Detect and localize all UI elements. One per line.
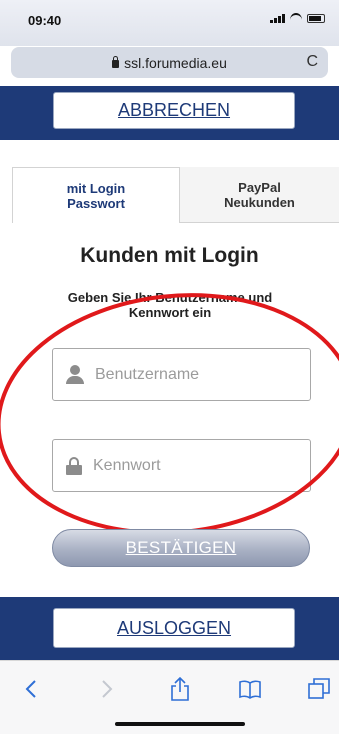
status-indicators	[270, 13, 325, 23]
phone-screen: 09:40 ssl.forumedia.eu C ABBRECHEN mit L…	[0, 0, 339, 734]
tab-paypal-line2: Neukunden	[224, 194, 295, 210]
reload-icon[interactable]: C	[306, 53, 318, 71]
battery-icon	[307, 13, 325, 23]
status-time: 09:40	[28, 13, 62, 28]
signal-icon	[270, 13, 285, 23]
page-title: Kunden mit Login	[80, 244, 259, 267]
tab-login-line1: mit Login	[66, 180, 126, 196]
forward-icon[interactable]	[90, 675, 124, 703]
status-bar: 09:40	[0, 0, 339, 46]
logout-button[interactable]: AUSLOGGEN	[53, 608, 295, 648]
password-input[interactable]	[93, 456, 293, 475]
tab-paypal-line1: PayPal	[238, 179, 281, 195]
lock-icon	[65, 456, 83, 476]
password-field[interactable]	[52, 439, 311, 492]
tab-login-password[interactable]: mit Login Passwort	[12, 167, 180, 223]
bookmarks-icon[interactable]	[233, 675, 267, 703]
share-icon[interactable]	[163, 675, 197, 703]
login-instructions: Geben Sie Ihr Benutzername und Kennwort …	[67, 290, 273, 320]
tab-login-line2: Passwort	[67, 195, 125, 211]
tabs-icon[interactable]	[302, 675, 336, 703]
address-bar[interactable]: ssl.forumedia.eu C	[11, 47, 328, 78]
red-annotation-ellipse	[0, 293, 339, 535]
url-domain: ssl.forumedia.eu	[124, 54, 227, 71]
tab-paypal-new-customers[interactable]: PayPal Neukunden	[180, 167, 339, 223]
home-indicator[interactable]	[115, 722, 245, 726]
wifi-icon	[290, 13, 302, 23]
cancel-button[interactable]: ABBRECHEN	[53, 92, 295, 129]
secure-lock-icon	[112, 55, 120, 68]
confirm-button[interactable]: BESTÄTIGEN	[52, 529, 310, 567]
user-icon	[65, 364, 85, 385]
username-input[interactable]	[95, 365, 295, 384]
back-icon[interactable]	[14, 675, 48, 703]
username-field[interactable]	[52, 348, 311, 401]
